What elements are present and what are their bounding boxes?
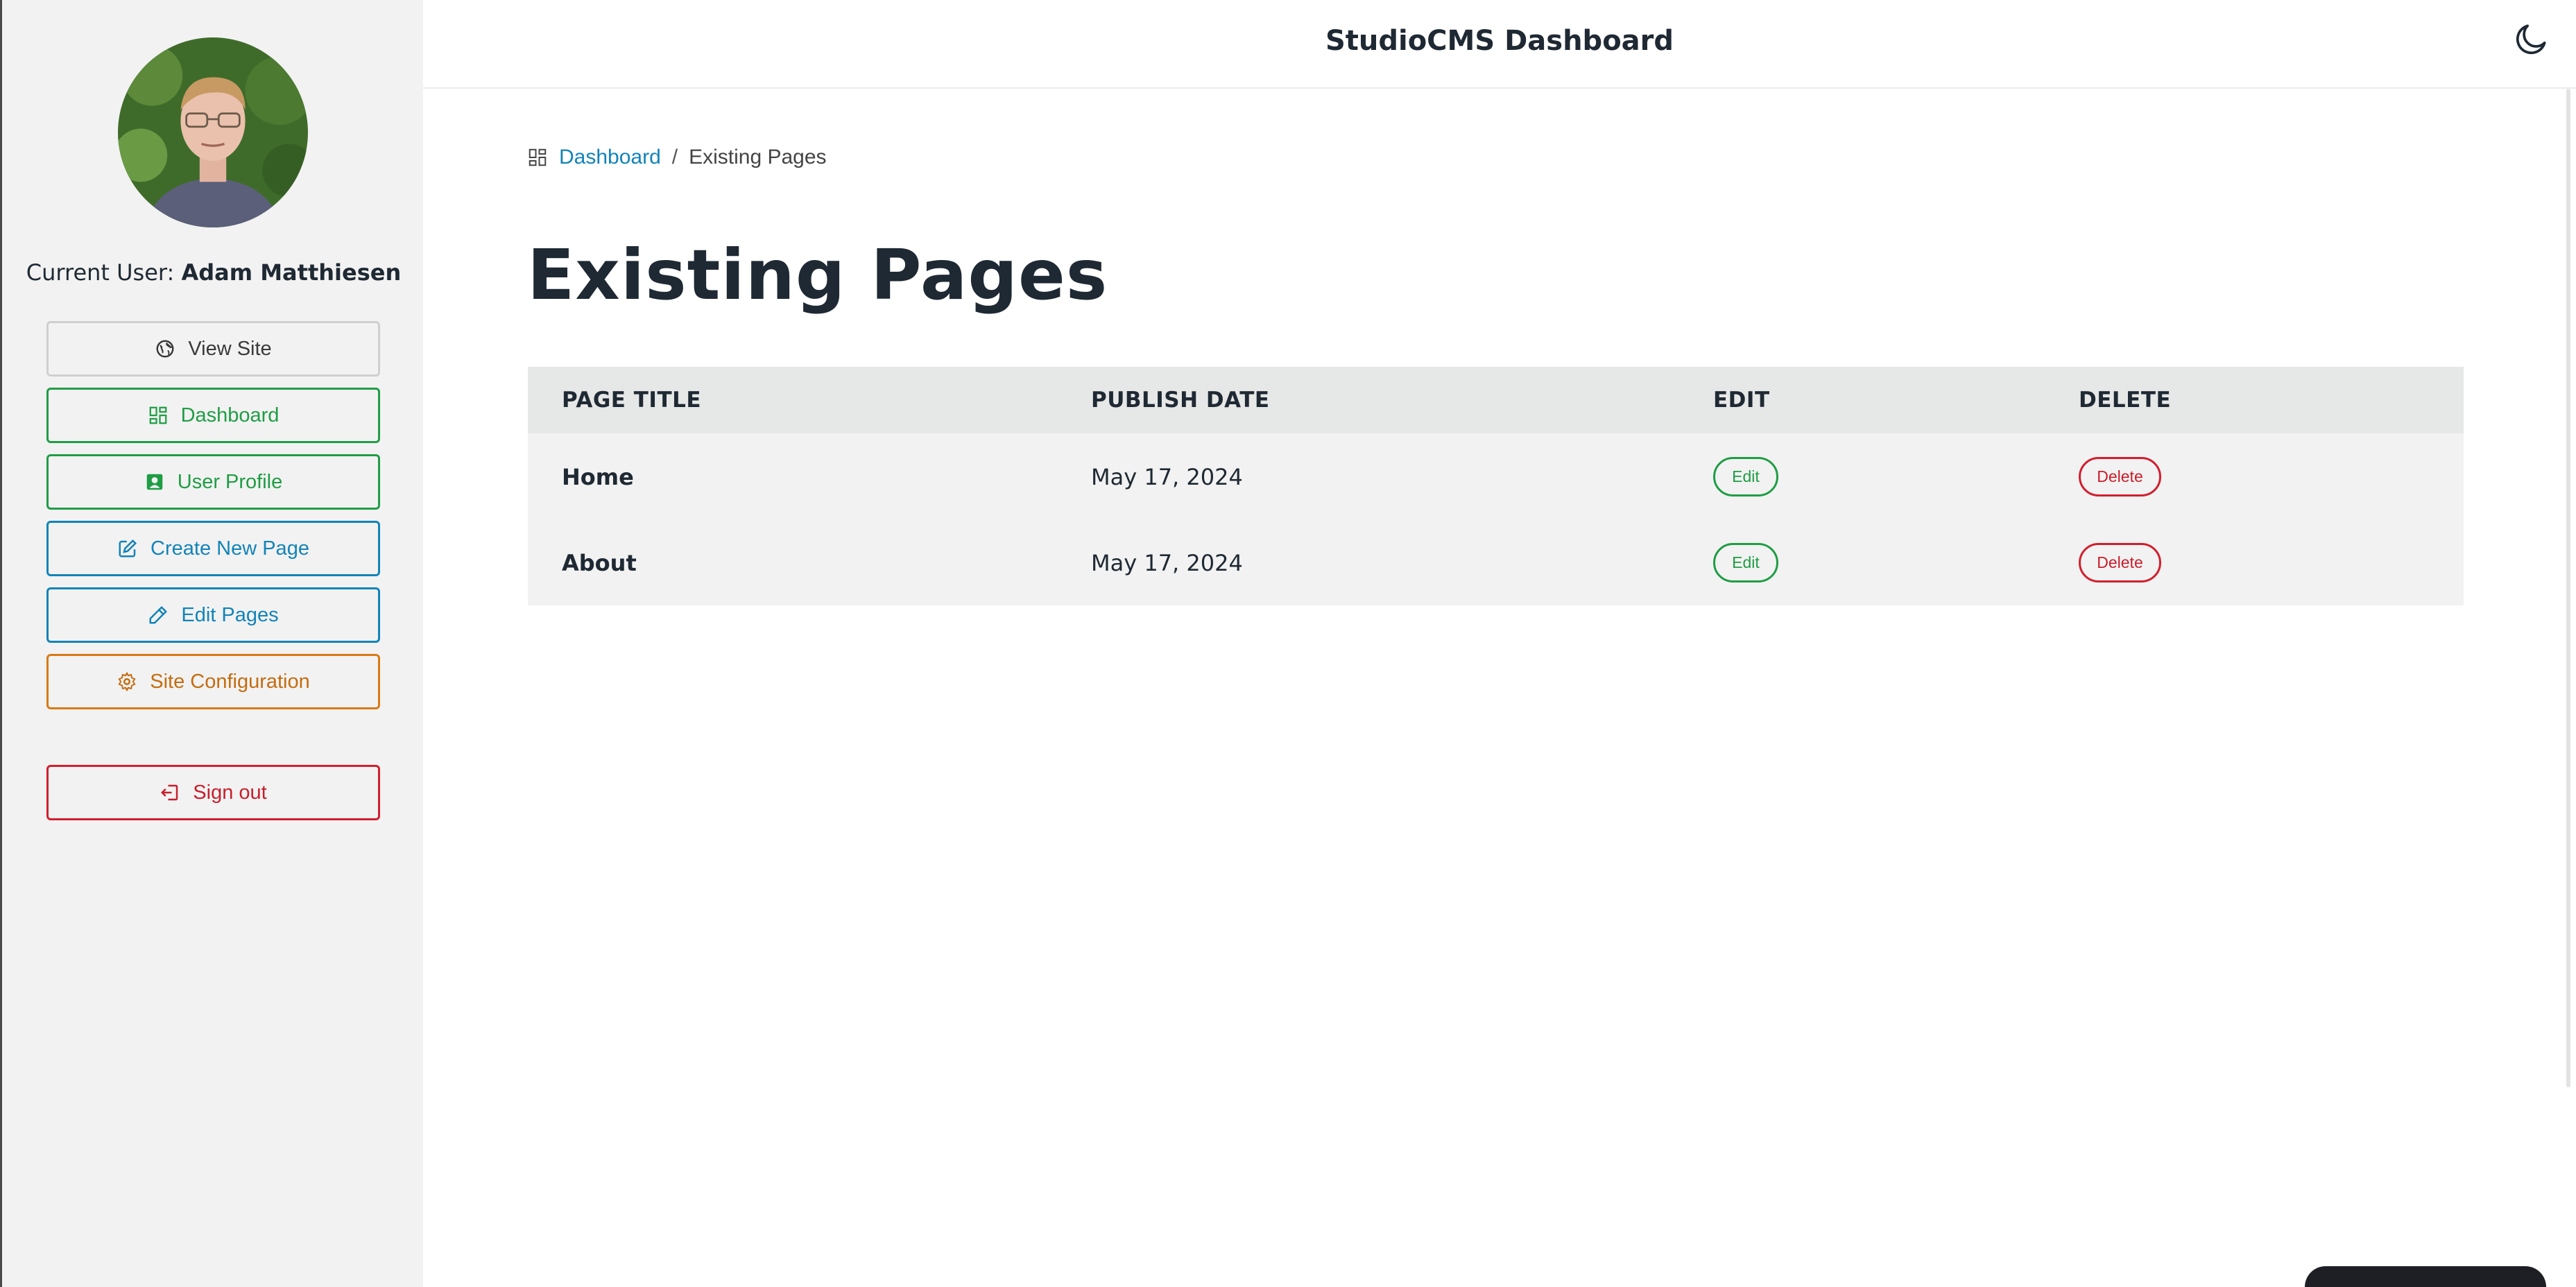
delete-page-button[interactable]: Delete xyxy=(2079,457,2161,496)
table-row: Home May 17, 2024 Edit Delete xyxy=(528,433,2464,519)
user-profile-icon xyxy=(146,474,162,490)
view-site-button[interactable]: View Site xyxy=(46,321,380,377)
current-user-name: Adam Matthiesen xyxy=(181,259,402,286)
row-publish-date: May 17, 2024 xyxy=(1091,550,1243,576)
edit-square-icon xyxy=(119,539,137,558)
current-user-label: Current User: xyxy=(26,259,175,286)
theme-toggle-button[interactable] xyxy=(2512,19,2551,58)
edit-pages-button[interactable]: Edit Pages xyxy=(46,587,380,643)
delete-page-button[interactable]: Delete xyxy=(2079,543,2161,582)
current-user-text: Current User: Adam Matthiesen xyxy=(2,259,425,286)
gear-icon xyxy=(118,672,136,691)
avatar-image xyxy=(118,37,308,227)
breadcrumb-current: Existing Pages xyxy=(689,146,827,169)
site-configuration-label: Site Configuration xyxy=(150,670,310,693)
sign-out-icon xyxy=(161,784,178,801)
column-header-page-title: PAGE TITLE xyxy=(562,388,702,413)
breadcrumb-dashboard-link[interactable]: Dashboard xyxy=(559,146,661,169)
globe-icon xyxy=(156,340,174,358)
dashboard-label: Dashboard xyxy=(180,404,280,426)
avatar xyxy=(118,37,308,227)
page-scrollbar[interactable] xyxy=(2566,89,2570,1087)
edit-page-button[interactable]: Edit xyxy=(1713,457,1778,496)
row-page-title: About xyxy=(562,550,637,576)
user-profile-button[interactable]: User Profile xyxy=(46,454,380,510)
row-page-title: Home xyxy=(562,464,634,490)
column-header-edit: EDIT xyxy=(1713,388,1770,413)
dev-toolbar[interactable] xyxy=(2305,1266,2546,1287)
page-title: Existing Pages xyxy=(527,234,1108,316)
sign-out-label: Sign out xyxy=(193,781,267,804)
pencil-icon xyxy=(149,606,167,624)
column-header-delete: DELETE xyxy=(2079,388,2172,413)
user-profile-label: User Profile xyxy=(177,470,283,493)
create-new-page-button[interactable]: Create New Page xyxy=(46,521,380,576)
edit-pages-label: Edit Pages xyxy=(181,603,279,626)
sign-out-button[interactable]: Sign out xyxy=(46,765,380,820)
top-header: StudioCMS Dashboard xyxy=(423,0,2576,89)
sidebar: Current User: Adam Matthiesen View Site … xyxy=(0,0,423,1287)
moon-icon xyxy=(2516,24,2546,55)
dashboard-grid-icon xyxy=(149,406,166,424)
view-site-label: View Site xyxy=(188,337,272,360)
app-title: StudioCMS Dashboard xyxy=(1325,25,1674,57)
table-row: About May 17, 2024 Edit Delete xyxy=(528,519,2464,605)
column-header-publish-date: PUBLISH DATE xyxy=(1091,388,1270,413)
dashboard-button[interactable]: Dashboard xyxy=(46,388,380,443)
row-publish-date: May 17, 2024 xyxy=(1091,464,1243,490)
table-header: PAGE TITLE PUBLISH DATE EDIT DELETE xyxy=(528,367,2464,433)
breadcrumb: Dashboard / Existing Pages xyxy=(527,146,827,169)
pages-table: PAGE TITLE PUBLISH DATE EDIT DELETE Home… xyxy=(528,367,2464,605)
edit-page-button[interactable]: Edit xyxy=(1713,543,1778,582)
site-configuration-button[interactable]: Site Configuration xyxy=(46,654,380,709)
create-new-page-label: Create New Page xyxy=(151,537,309,560)
breadcrumb-separator: / xyxy=(671,146,678,169)
dashboard-grid-icon xyxy=(529,148,547,166)
